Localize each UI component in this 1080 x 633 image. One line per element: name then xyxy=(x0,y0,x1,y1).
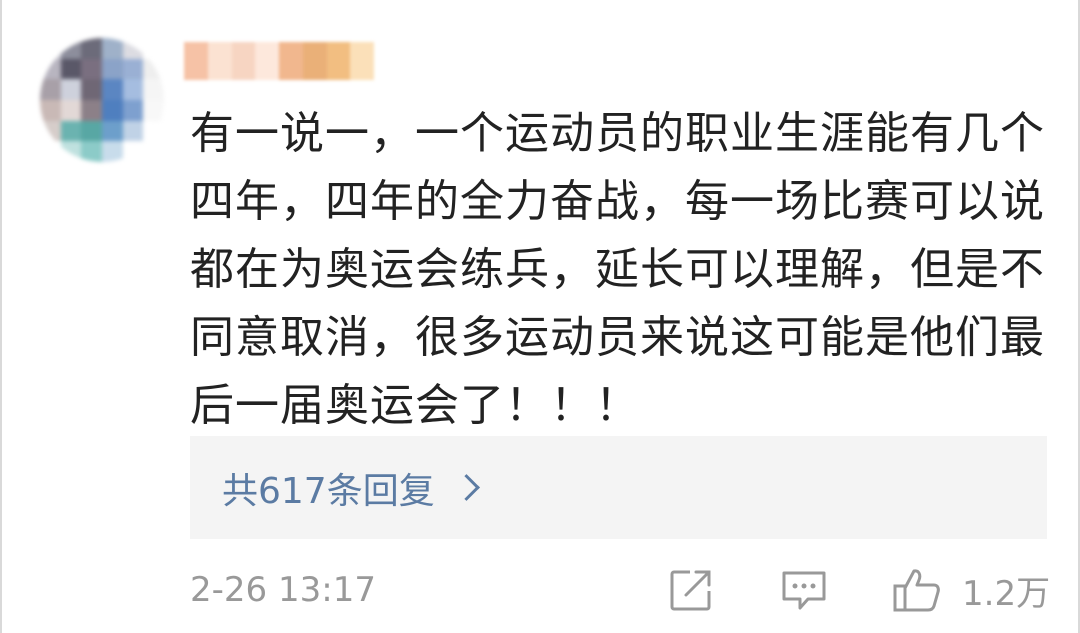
like-count: 1.2万 xyxy=(962,573,1051,614)
avatar-pixel xyxy=(143,58,164,80)
avatar-pixel xyxy=(101,38,123,59)
avatar-pixel xyxy=(101,120,123,142)
avatar-pixel xyxy=(122,141,144,162)
comment-text: 有一说一，一个运动员的职业生涯能有几个四年，四年的全力奋战，每一场比赛可以说都在… xyxy=(190,108,1045,431)
avatar-pixel xyxy=(40,58,61,80)
avatar-pixel xyxy=(40,141,61,162)
comment-timestamp: 2-26 13:17 xyxy=(190,570,376,610)
share-button[interactable] xyxy=(668,566,714,614)
avatar-pixel xyxy=(60,141,82,162)
comment-icon xyxy=(782,571,826,610)
avatar[interactable] xyxy=(40,38,164,162)
avatar-pixel xyxy=(81,38,102,59)
username-blurred[interactable] xyxy=(184,42,374,80)
avatar-pixel xyxy=(101,141,123,162)
avatar-pixel xyxy=(101,99,123,121)
avatar-pixel xyxy=(122,79,144,100)
avatar-pixel xyxy=(60,99,82,121)
avatar-pixel xyxy=(122,58,144,80)
avatar-pixel xyxy=(122,38,144,59)
like-button[interactable]: 1.2万 xyxy=(892,566,1050,614)
username-pixel xyxy=(231,42,256,80)
username-pixel xyxy=(302,42,327,80)
avatar-pixel xyxy=(122,99,144,121)
avatar-pixel xyxy=(101,58,123,80)
avatar-pixel xyxy=(143,141,164,162)
avatar-pixel xyxy=(40,79,61,100)
avatar-pixel xyxy=(60,38,82,59)
comment-button[interactable] xyxy=(780,566,828,614)
avatar-pixel xyxy=(143,79,164,100)
avatar-pixel xyxy=(40,120,61,142)
replies-link[interactable]: 共617条回复 xyxy=(222,462,480,514)
username-pixel xyxy=(207,42,232,80)
username-pixel xyxy=(184,42,208,80)
avatar-pixel xyxy=(81,79,102,100)
avatar-pixel xyxy=(81,58,102,80)
avatar-pixel xyxy=(122,120,144,142)
replies-button[interactable]: 共617条回复 xyxy=(190,436,1047,539)
avatar-pixel xyxy=(143,99,164,121)
replies-label: 共617条回复 xyxy=(222,470,435,512)
avatar-pixel xyxy=(81,141,102,162)
username-pixel xyxy=(279,42,303,80)
avatar-pixel xyxy=(60,120,82,142)
comment-card: 有一说一，一个运动员的职业生涯能有几个四年，四年的全力奋战，每一场比赛可以说都在… xyxy=(0,0,1080,633)
username-pixel xyxy=(326,42,351,80)
avatar-pixel xyxy=(81,99,102,121)
avatar-pixel xyxy=(143,38,164,59)
share-icon xyxy=(670,570,711,611)
avatar-pixel xyxy=(60,58,82,80)
username-pixel xyxy=(350,42,374,80)
username-pixel xyxy=(255,42,279,80)
avatar-pixel xyxy=(40,99,61,121)
chevron-right-icon xyxy=(452,474,480,501)
avatar-pixel xyxy=(60,79,82,100)
avatar-pixel xyxy=(143,120,164,142)
avatar-pixel xyxy=(101,79,123,100)
thumbs-up-icon xyxy=(893,569,940,612)
avatar-pixel xyxy=(40,38,61,59)
avatar-pixel xyxy=(81,120,102,142)
